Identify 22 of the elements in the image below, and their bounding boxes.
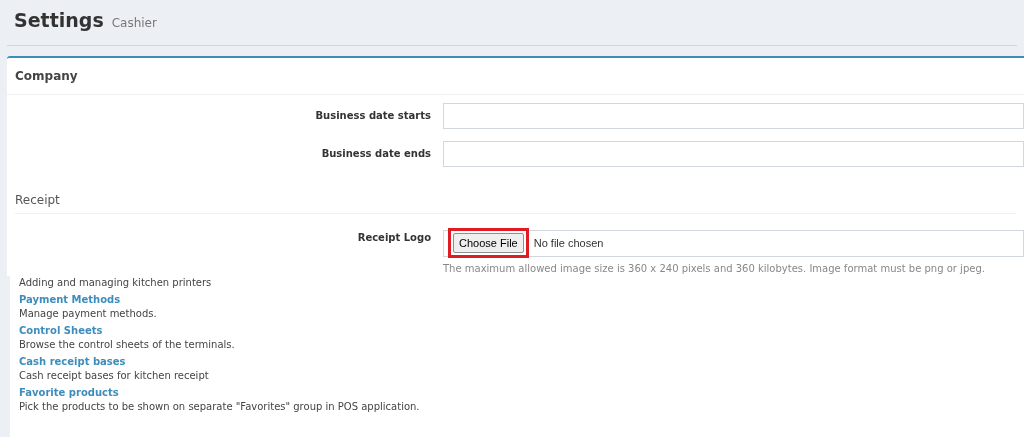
settings-link[interactable]: Payment Methods: [19, 292, 1024, 307]
settings-link[interactable]: Control Sheets: [19, 323, 1024, 338]
field-label: Business date ends: [320, 147, 432, 161]
page-subtitle: Cashier: [111, 15, 157, 32]
link-description: Adding and managing kitchen printers: [19, 275, 213, 290]
text-input[interactable]: [443, 102, 1024, 129]
help-text: The maximum allowed image size is 360 x 240 pixels and 360 kilobytes. Image format must be png or jpeg.: [443, 261, 986, 276]
link-description: Cash receipt bases for kitchen receipt: [19, 368, 210, 383]
choose-file-button[interactable]: Choose File: [453, 232, 524, 254]
link-description: Pick the products to be shown on separate "Favorites" group in POS application.: [19, 399, 421, 414]
field-label: Business date starts: [314, 109, 432, 123]
panel-title: Company: [7, 57, 1024, 95]
settings-link[interactable]: Cash receipt bases: [19, 354, 1024, 369]
file-input[interactable]: Choose File No file chosen: [443, 229, 1024, 257]
page-title: Settings: [14, 8, 104, 33]
field-label: Receipt Logo: [356, 230, 432, 245]
file-status: No file chosen: [533, 235, 604, 251]
link-description: Browse the control sheets of the terminals.: [19, 337, 236, 352]
link-description: Manage payment methods.: [19, 306, 158, 321]
text-input[interactable]: [443, 140, 1024, 167]
section-heading: Receipt: [15, 190, 1016, 214]
settings-link[interactable]: Favorite products: [19, 385, 1024, 400]
